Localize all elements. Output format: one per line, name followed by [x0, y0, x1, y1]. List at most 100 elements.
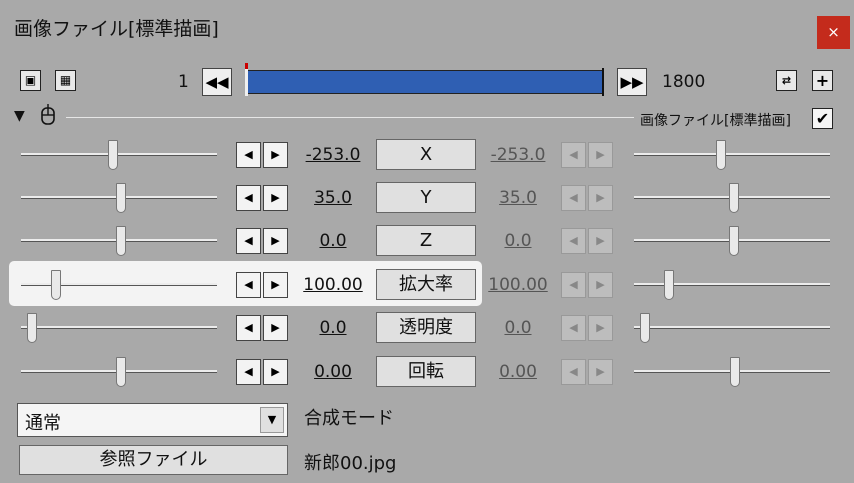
x-param-button[interactable]: X [376, 139, 476, 170]
rotation-start-value[interactable]: 0.00 [298, 362, 368, 382]
decrease-icon[interactable]: ◀ [236, 142, 261, 168]
y-left-arrows[interactable]: ◀ ▶ [236, 185, 288, 211]
rotation-end-value[interactable]: 0.00 [483, 362, 553, 382]
opacity-right-slider-track[interactable] [634, 326, 830, 329]
blend-mode-label: 合成モード [304, 408, 394, 429]
y-param-button[interactable]: Y [376, 182, 476, 213]
increase-icon[interactable]: ▶ [588, 272, 613, 298]
prev-frame-button[interactable]: ◀◀ [202, 68, 232, 96]
increase-icon[interactable]: ▶ [263, 272, 288, 298]
add-button[interactable]: + [812, 70, 833, 91]
y-right-arrows[interactable]: ◀ ▶ [561, 185, 613, 211]
increase-icon[interactable]: ▶ [263, 359, 288, 385]
x-right-arrows[interactable]: ◀ ▶ [561, 142, 613, 168]
header-separator [66, 117, 634, 118]
playhead-marker [245, 63, 248, 69]
x-start-value[interactable]: -253.0 [298, 145, 368, 165]
close-icon: × [827, 23, 840, 41]
z-param-button[interactable]: Z [376, 225, 476, 256]
loop-icon: ⇄ [781, 74, 792, 87]
rotation-right-slider-thumb[interactable] [730, 357, 740, 387]
increase-icon[interactable]: ▶ [263, 185, 288, 211]
timeline-end-marker [602, 68, 604, 96]
reference-file-name: 新郎00.jpg [304, 453, 397, 474]
decrease-icon[interactable]: ◀ [236, 228, 261, 254]
timeline-bar[interactable] [246, 70, 604, 94]
x-left-slider-track[interactable] [21, 153, 217, 156]
z-right-arrows[interactable]: ◀ ▶ [561, 228, 613, 254]
scale-param-button[interactable]: 拡大率 [376, 269, 476, 300]
screen-icon[interactable]: ▣ [20, 70, 41, 91]
z-left-slider-thumb[interactable] [116, 226, 126, 256]
rotation-param-button[interactable]: 回転 [376, 356, 476, 387]
decrease-icon[interactable]: ◀ [236, 359, 261, 385]
opacity-left-slider-track[interactable] [21, 326, 217, 329]
object-label: 画像ファイル[標準描画] [640, 113, 791, 129]
scale-left-arrows[interactable]: ◀ ▶ [236, 272, 288, 298]
increase-icon[interactable]: ▶ [263, 142, 288, 168]
scale-left-slider-thumb[interactable] [51, 270, 61, 300]
opacity-right-arrows[interactable]: ◀ ▶ [561, 315, 613, 341]
increase-icon[interactable]: ▶ [588, 142, 613, 168]
opacity-param-button[interactable]: 透明度 [376, 312, 476, 343]
decrease-icon[interactable]: ◀ [561, 228, 586, 254]
z-start-value[interactable]: 0.0 [298, 231, 368, 251]
y-left-slider-thumb[interactable] [116, 183, 126, 213]
rotation-right-arrows[interactable]: ◀ ▶ [561, 359, 613, 385]
x-left-arrows[interactable]: ◀ ▶ [236, 142, 288, 168]
end-frame: 1800 [662, 72, 706, 92]
decrease-icon[interactable]: ◀ [561, 185, 586, 211]
y-right-slider-thumb[interactable] [729, 183, 739, 213]
increase-icon[interactable]: ▶ [588, 359, 613, 385]
rotation-left-slider-thumb[interactable] [116, 357, 126, 387]
mouse-icon [41, 104, 55, 125]
fast-forward-icon: ▶▶ [620, 73, 644, 91]
grid-icon[interactable]: ▦ [55, 70, 76, 91]
chevron-down-icon[interactable]: ▼ [260, 407, 284, 433]
decrease-icon[interactable]: ◀ [561, 272, 586, 298]
decrease-icon[interactable]: ◀ [561, 315, 586, 341]
close-button[interactable]: × [817, 16, 850, 49]
increase-icon[interactable]: ▶ [588, 185, 613, 211]
z-end-value[interactable]: 0.0 [483, 231, 553, 251]
x-right-slider-thumb[interactable] [716, 140, 726, 170]
next-frame-button[interactable]: ▶▶ [617, 68, 647, 96]
collapse-icon[interactable]: ▼ [14, 108, 25, 124]
blend-mode-value: 通常 [25, 413, 61, 434]
y-end-value[interactable]: 35.0 [483, 188, 553, 208]
increase-icon[interactable]: ▶ [263, 228, 288, 254]
scale-right-slider-thumb[interactable] [664, 270, 674, 300]
x-left-slider-thumb[interactable] [108, 140, 118, 170]
plus-icon: + [815, 71, 830, 90]
blend-mode-select[interactable]: 通常 ▼ [17, 403, 288, 437]
decrease-icon[interactable]: ◀ [561, 142, 586, 168]
y-start-value[interactable]: 35.0 [298, 188, 368, 208]
opacity-left-arrows[interactable]: ◀ ▶ [236, 315, 288, 341]
decrease-icon[interactable]: ◀ [236, 272, 261, 298]
decrease-icon[interactable]: ◀ [236, 185, 261, 211]
increase-icon[interactable]: ▶ [263, 315, 288, 341]
opacity-left-slider-thumb[interactable] [27, 313, 37, 343]
x-end-value[interactable]: -253.0 [483, 145, 553, 165]
increase-icon[interactable]: ▶ [588, 315, 613, 341]
loop-button[interactable]: ⇄ [776, 70, 797, 91]
start-frame: 1 [178, 72, 189, 92]
scale-end-value[interactable]: 100.00 [483, 275, 553, 295]
rewind-icon: ◀◀ [205, 73, 229, 91]
z-left-arrows[interactable]: ◀ ▶ [236, 228, 288, 254]
decrease-icon[interactable]: ◀ [236, 315, 261, 341]
opacity-end-value[interactable]: 0.0 [483, 318, 553, 338]
rotation-left-arrows[interactable]: ◀ ▶ [236, 359, 288, 385]
window-title: 画像ファイル[標準描画] [14, 18, 219, 40]
opacity-right-slider-thumb[interactable] [640, 313, 650, 343]
scale-start-value[interactable]: 100.00 [298, 275, 368, 295]
increase-icon[interactable]: ▶ [588, 228, 613, 254]
z-right-slider-thumb[interactable] [729, 226, 739, 256]
object-enable-checkbox[interactable]: ✔ [812, 108, 833, 129]
reference-file-button[interactable]: 参照ファイル [19, 445, 288, 475]
opacity-start-value[interactable]: 0.0 [298, 318, 368, 338]
x-right-slider-track[interactable] [634, 153, 830, 156]
check-icon: ✔ [815, 109, 830, 128]
scale-right-arrows[interactable]: ◀ ▶ [561, 272, 613, 298]
decrease-icon[interactable]: ◀ [561, 359, 586, 385]
